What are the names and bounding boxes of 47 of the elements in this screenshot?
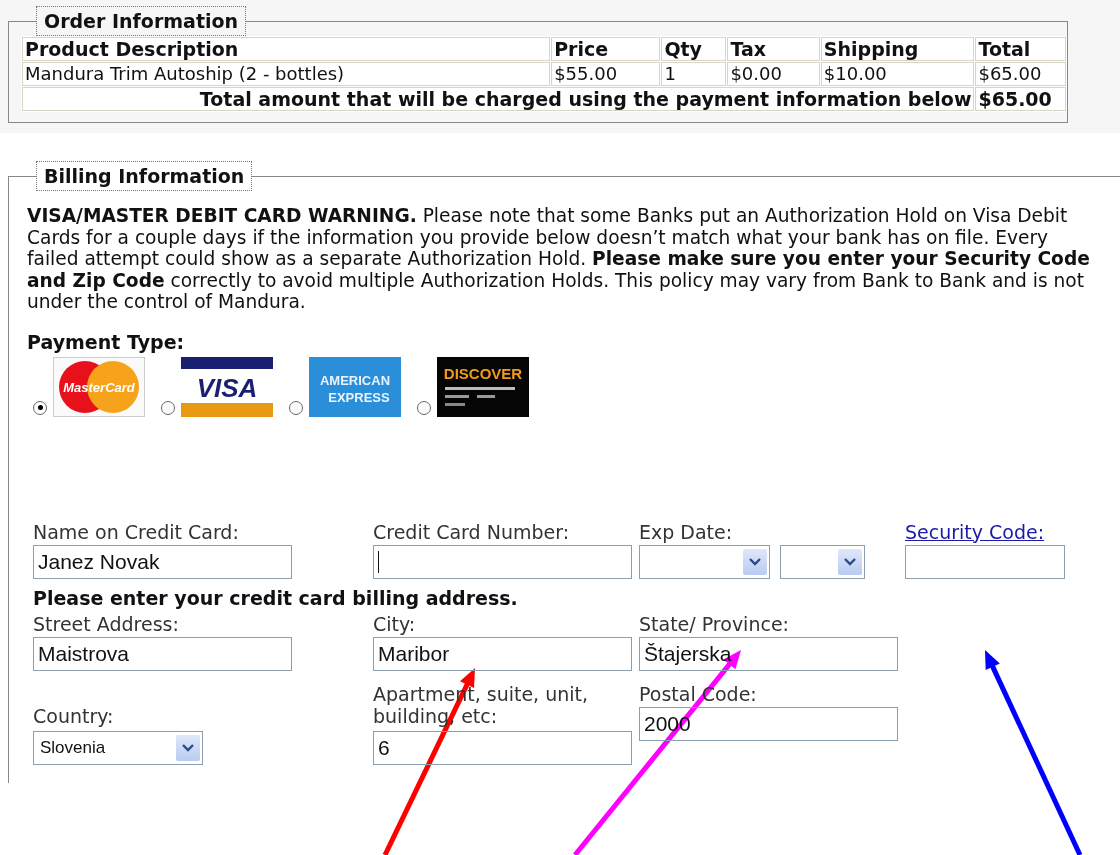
chevron-down-icon xyxy=(749,557,761,566)
text-field[interactable]: Maistrova xyxy=(33,636,292,671)
table-cell: $65.00 xyxy=(975,62,1066,86)
warning-text: VISA/MASTER DEBIT CARD WARNING. Please note that some Banks put an Authorization Hold on Visa Debit Cards for a couple days if the information you provide below doesn’t match what your bank has on file. Every failed attempt could show as a separate Authorization Hold. Please make sure you enter your Security Code and Zip Code correctly to avoid multiple Authorization Holds. This policy may vary from Bank to Bank and is not under the control of Mandura. xyxy=(27,205,1091,313)
radio-button[interactable] xyxy=(289,400,303,415)
section-legend: Billing Information xyxy=(36,161,253,191)
table-cell: $55.00 xyxy=(551,62,661,86)
radio-button[interactable] xyxy=(417,400,431,415)
field-label: Credit Card Number: xyxy=(373,519,571,545)
column-header: Product Description xyxy=(22,37,551,61)
address-heading: Please enter your credit card billing address. xyxy=(33,586,519,609)
table-cell: Mandura Trim Autoship (2 - bottles) xyxy=(22,62,551,86)
chevron-down-icon xyxy=(182,743,194,752)
text-field[interactable]: Janez Novak xyxy=(33,544,292,579)
field-label: Street Address: xyxy=(33,611,180,637)
column-header: Price xyxy=(551,37,661,61)
text-field[interactable] xyxy=(373,544,632,579)
field-label: City: xyxy=(373,611,417,637)
text-field[interactable]: 6 xyxy=(373,730,632,765)
text-field[interactable] xyxy=(905,544,1065,579)
table-cell: $0.00 xyxy=(727,62,820,86)
column-header: Total xyxy=(975,37,1066,61)
table-cell: $10.00 xyxy=(820,62,975,86)
dropdown-button[interactable] xyxy=(743,548,767,575)
dropdown-button[interactable] xyxy=(838,548,862,575)
discover-logo: DISCOVER xyxy=(437,356,529,417)
field-label: Country: xyxy=(33,703,115,729)
total-label: Total amount that will be charged using the payment information below xyxy=(22,87,975,111)
field-label: Name on Credit Card: xyxy=(33,519,240,545)
radio-button[interactable] xyxy=(33,400,47,415)
security-code-link[interactable]: Security Code: xyxy=(905,520,1045,543)
total-amount: $65.00 xyxy=(975,87,1066,111)
table-cell: 1 xyxy=(661,62,727,86)
field-label: State/ Province: xyxy=(639,611,790,637)
radio-button[interactable] xyxy=(161,400,175,415)
visa-logo: VISA xyxy=(181,356,273,417)
column-header: Shipping xyxy=(820,37,975,61)
column-header: Tax xyxy=(727,37,820,61)
field-label: Exp Date: xyxy=(639,519,734,545)
text-field[interactable]: Maribor xyxy=(373,636,632,671)
text-field[interactable]: Štajerska xyxy=(639,636,898,671)
payment-type-label: Payment Type: xyxy=(27,330,186,353)
american-express-logo: AMERICAN EXPRESS xyxy=(309,356,401,417)
column-header: Qty xyxy=(661,37,727,61)
country-select[interactable]: Slovenia xyxy=(33,730,203,765)
dropdown-button[interactable] xyxy=(176,734,200,761)
chevron-down-icon xyxy=(844,557,856,566)
